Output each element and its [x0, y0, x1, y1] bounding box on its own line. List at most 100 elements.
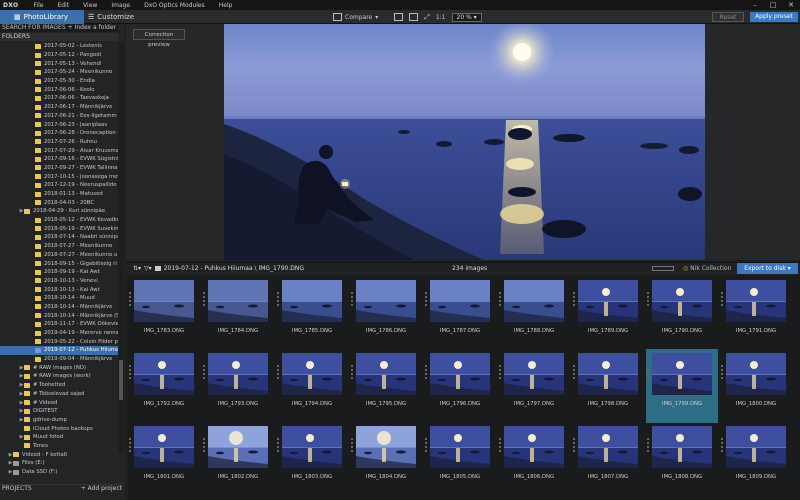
folder-item[interactable]: ▶ # RAW images (ND)	[0, 363, 118, 372]
rating-handle-icon[interactable]	[129, 292, 132, 310]
thumbnail-item[interactable]: IMG_1789.DNG	[572, 276, 644, 350]
folder-item[interactable]: 2019-05-22 - Celvin Pilder p	[0, 337, 118, 346]
thumbnail-item[interactable]: IMG_1803.DNG	[276, 422, 348, 496]
add-project-button[interactable]: + Add project	[81, 485, 122, 492]
thumbnail-item[interactable]: IMG_1797.DNG	[498, 349, 570, 423]
folder-item[interactable]: 2017-05-13 - Vehendi	[0, 59, 118, 68]
folder-item[interactable]: 2017-06-23 - Jaaniplaav	[0, 120, 118, 129]
folder-item[interactable]: 2018-10-14 - Männikjärve (S	[0, 311, 118, 320]
zoom-select[interactable]: 20 % ▾	[451, 12, 482, 22]
folder-item[interactable]: 2017-05-30 - Endla	[0, 77, 118, 86]
correction-preview-button[interactable]: Correction preview	[133, 29, 185, 48]
folder-item[interactable]: 2017-09-16 - EVWK Sügisträ	[0, 155, 118, 164]
folder-item[interactable]: 2018-10-13 - Kai Awt	[0, 285, 118, 294]
rating-handle-icon[interactable]	[721, 438, 724, 456]
folder-item[interactable]: ▶ Data SSD (F:)	[0, 468, 118, 477]
rating-handle-icon[interactable]	[573, 365, 576, 383]
rating-handle-icon[interactable]	[277, 438, 280, 456]
folder-item[interactable]: Tones	[0, 442, 118, 451]
thumbnail-item[interactable]: IMG_1800.DNG	[720, 349, 792, 423]
rating-handle-icon[interactable]	[573, 292, 576, 310]
close-icon[interactable]: ✕	[782, 0, 800, 10]
sidebar-scrollbar-thumb[interactable]	[119, 360, 123, 400]
thumbnail-item[interactable]: IMG_1799.DNG	[646, 349, 718, 423]
main-photo[interactable]	[224, 24, 705, 260]
rating-handle-icon[interactable]	[277, 365, 280, 383]
thumbnail-size-slider[interactable]	[652, 266, 674, 271]
folder-item[interactable]: 2017-06-21 - Ees-Ilgetamm	[0, 112, 118, 121]
folder-item[interactable]: 2018-01-13 - Matused	[0, 190, 118, 199]
menu-view[interactable]: View	[76, 2, 104, 9]
compare-button[interactable]: Compare ▾	[333, 13, 378, 21]
thumbnail-item[interactable]: IMG_1802.DNG	[202, 422, 274, 496]
thumbnail-item[interactable]: IMG_1784.DNG	[202, 276, 274, 350]
folder-item[interactable]: 2018-07-14 - Naabri sünnipä	[0, 233, 118, 242]
thumbnail-item[interactable]: IMG_1788.DNG	[498, 276, 570, 350]
folder-item[interactable]: iCloud Photos backups	[0, 424, 118, 433]
rating-handle-icon[interactable]	[129, 438, 132, 456]
folder-item[interactable]: ▶ # Toohetted	[0, 381, 118, 390]
fullscreen-icon[interactable]	[409, 13, 419, 21]
folder-item[interactable]: 2017-07-29 - Äivar Kruusmaa	[0, 146, 118, 155]
rating-handle-icon[interactable]	[647, 292, 650, 310]
folder-item[interactable]: 2018-10-13 - Venevi	[0, 277, 118, 286]
thumbnail-item[interactable]: IMG_1809.DNG	[720, 422, 792, 496]
index-folder-button[interactable]: + Index a folder	[68, 24, 116, 32]
folder-item[interactable]: 2018-07-27 - Meenikunno u	[0, 251, 118, 260]
rating-handle-icon[interactable]	[425, 292, 428, 310]
rating-handle-icon[interactable]	[647, 438, 650, 456]
folder-item[interactable]: 2017-05-02 - Lestenis	[0, 42, 118, 51]
folder-item[interactable]: 2018-07-27 - Meenikunno	[0, 242, 118, 251]
folder-item[interactable]: 2017-06-28 - Dronecaption (	[0, 129, 118, 138]
folder-item[interactable]: 2018-09-15 - Gigabitiselg ri	[0, 259, 118, 268]
folder-item[interactable]: 2017-06-06 - Taevaskoja	[0, 94, 118, 103]
rating-handle-icon[interactable]	[203, 438, 206, 456]
rating-handle-icon[interactable]	[499, 365, 502, 383]
folder-item[interactable]: 2018-04-03 - 20BC	[0, 198, 118, 207]
thumbnail-item[interactable]: IMG_1790.DNG	[646, 276, 718, 350]
menu-file[interactable]: File	[26, 2, 50, 9]
split-view-icon[interactable]	[394, 13, 404, 21]
rating-handle-icon[interactable]	[203, 292, 206, 310]
filter-icon[interactable]: ▽▾	[144, 265, 152, 272]
folder-item[interactable]: ▶ # RAW images (work)	[0, 372, 118, 381]
thumbnail-item[interactable]: IMG_1798.DNG	[572, 349, 644, 423]
thumbnail-item[interactable]: IMG_1796.DNG	[424, 349, 496, 423]
rating-handle-icon[interactable]	[721, 365, 724, 383]
folder-item[interactable]: 2017-12-19 - Neeruspallide jõ	[0, 181, 118, 190]
minimize-icon[interactable]: –	[746, 0, 764, 10]
folder-item[interactable]: ▶ DIGITEST	[0, 407, 118, 416]
folder-item[interactable]: 2019-04-19 - Mererve rannas	[0, 329, 118, 338]
thumbnail-item[interactable]: IMG_1808.DNG	[646, 422, 718, 496]
rating-handle-icon[interactable]	[499, 438, 502, 456]
thumbnail-item[interactable]: IMG_1787.DNG	[424, 276, 496, 350]
rating-handle-icon[interactable]	[721, 292, 724, 310]
thumbnail-item[interactable]: IMG_1794.DNG	[276, 349, 348, 423]
folder-item[interactable]: ▶ gdrive-dump	[0, 416, 118, 425]
fit-icon[interactable]: ⤢	[424, 13, 430, 22]
thumbnail-item[interactable]: IMG_1793.DNG	[202, 349, 274, 423]
folder-item[interactable]: ▶ 2018-04-29 - Kuri sünnipäe	[0, 207, 118, 216]
folder-item[interactable]: ▶ Muud fotod	[0, 433, 118, 442]
folder-item[interactable]: 2018-05-12 - EVWK Kevadkr	[0, 216, 118, 225]
sort-icon[interactable]: ⇅▾	[133, 265, 141, 272]
thumbnail-item[interactable]: IMG_1792.DNG	[128, 349, 200, 423]
folder-item[interactable]: 2017-06-17 - Männikjärve	[0, 103, 118, 112]
menu-image[interactable]: Image	[104, 2, 137, 9]
rating-handle-icon[interactable]	[425, 438, 428, 456]
folder-item[interactable]: 2018-10-14 - Männikjärve	[0, 303, 118, 312]
folder-item[interactable]: 2017-05-12 - Pangodi	[0, 51, 118, 60]
folder-item[interactable]: 2018-09-19 - Kai Awt	[0, 268, 118, 277]
reset-button[interactable]: Reset	[712, 12, 744, 22]
rating-handle-icon[interactable]	[203, 365, 206, 383]
maximize-icon[interactable]: □	[764, 0, 782, 10]
menu-help[interactable]: Help	[212, 2, 240, 9]
tab-customize[interactable]: ☰ Customize	[84, 10, 174, 24]
folder-item[interactable]: 2017-07-26 - Ruhnu	[0, 138, 118, 147]
thumbnail-item[interactable]: IMG_1795.DNG	[350, 349, 422, 423]
thumbnail-item[interactable]: IMG_1785.DNG	[276, 276, 348, 350]
menu-optics-modules[interactable]: DxO Optics Modules	[137, 2, 212, 9]
folder-item[interactable]: 2017-05-24 - Meenikunno	[0, 68, 118, 77]
folder-item[interactable]: 2017-09-27 - EVWK Tallinna	[0, 164, 118, 173]
apply-preset-button[interactable]: Apply preset	[750, 12, 798, 22]
